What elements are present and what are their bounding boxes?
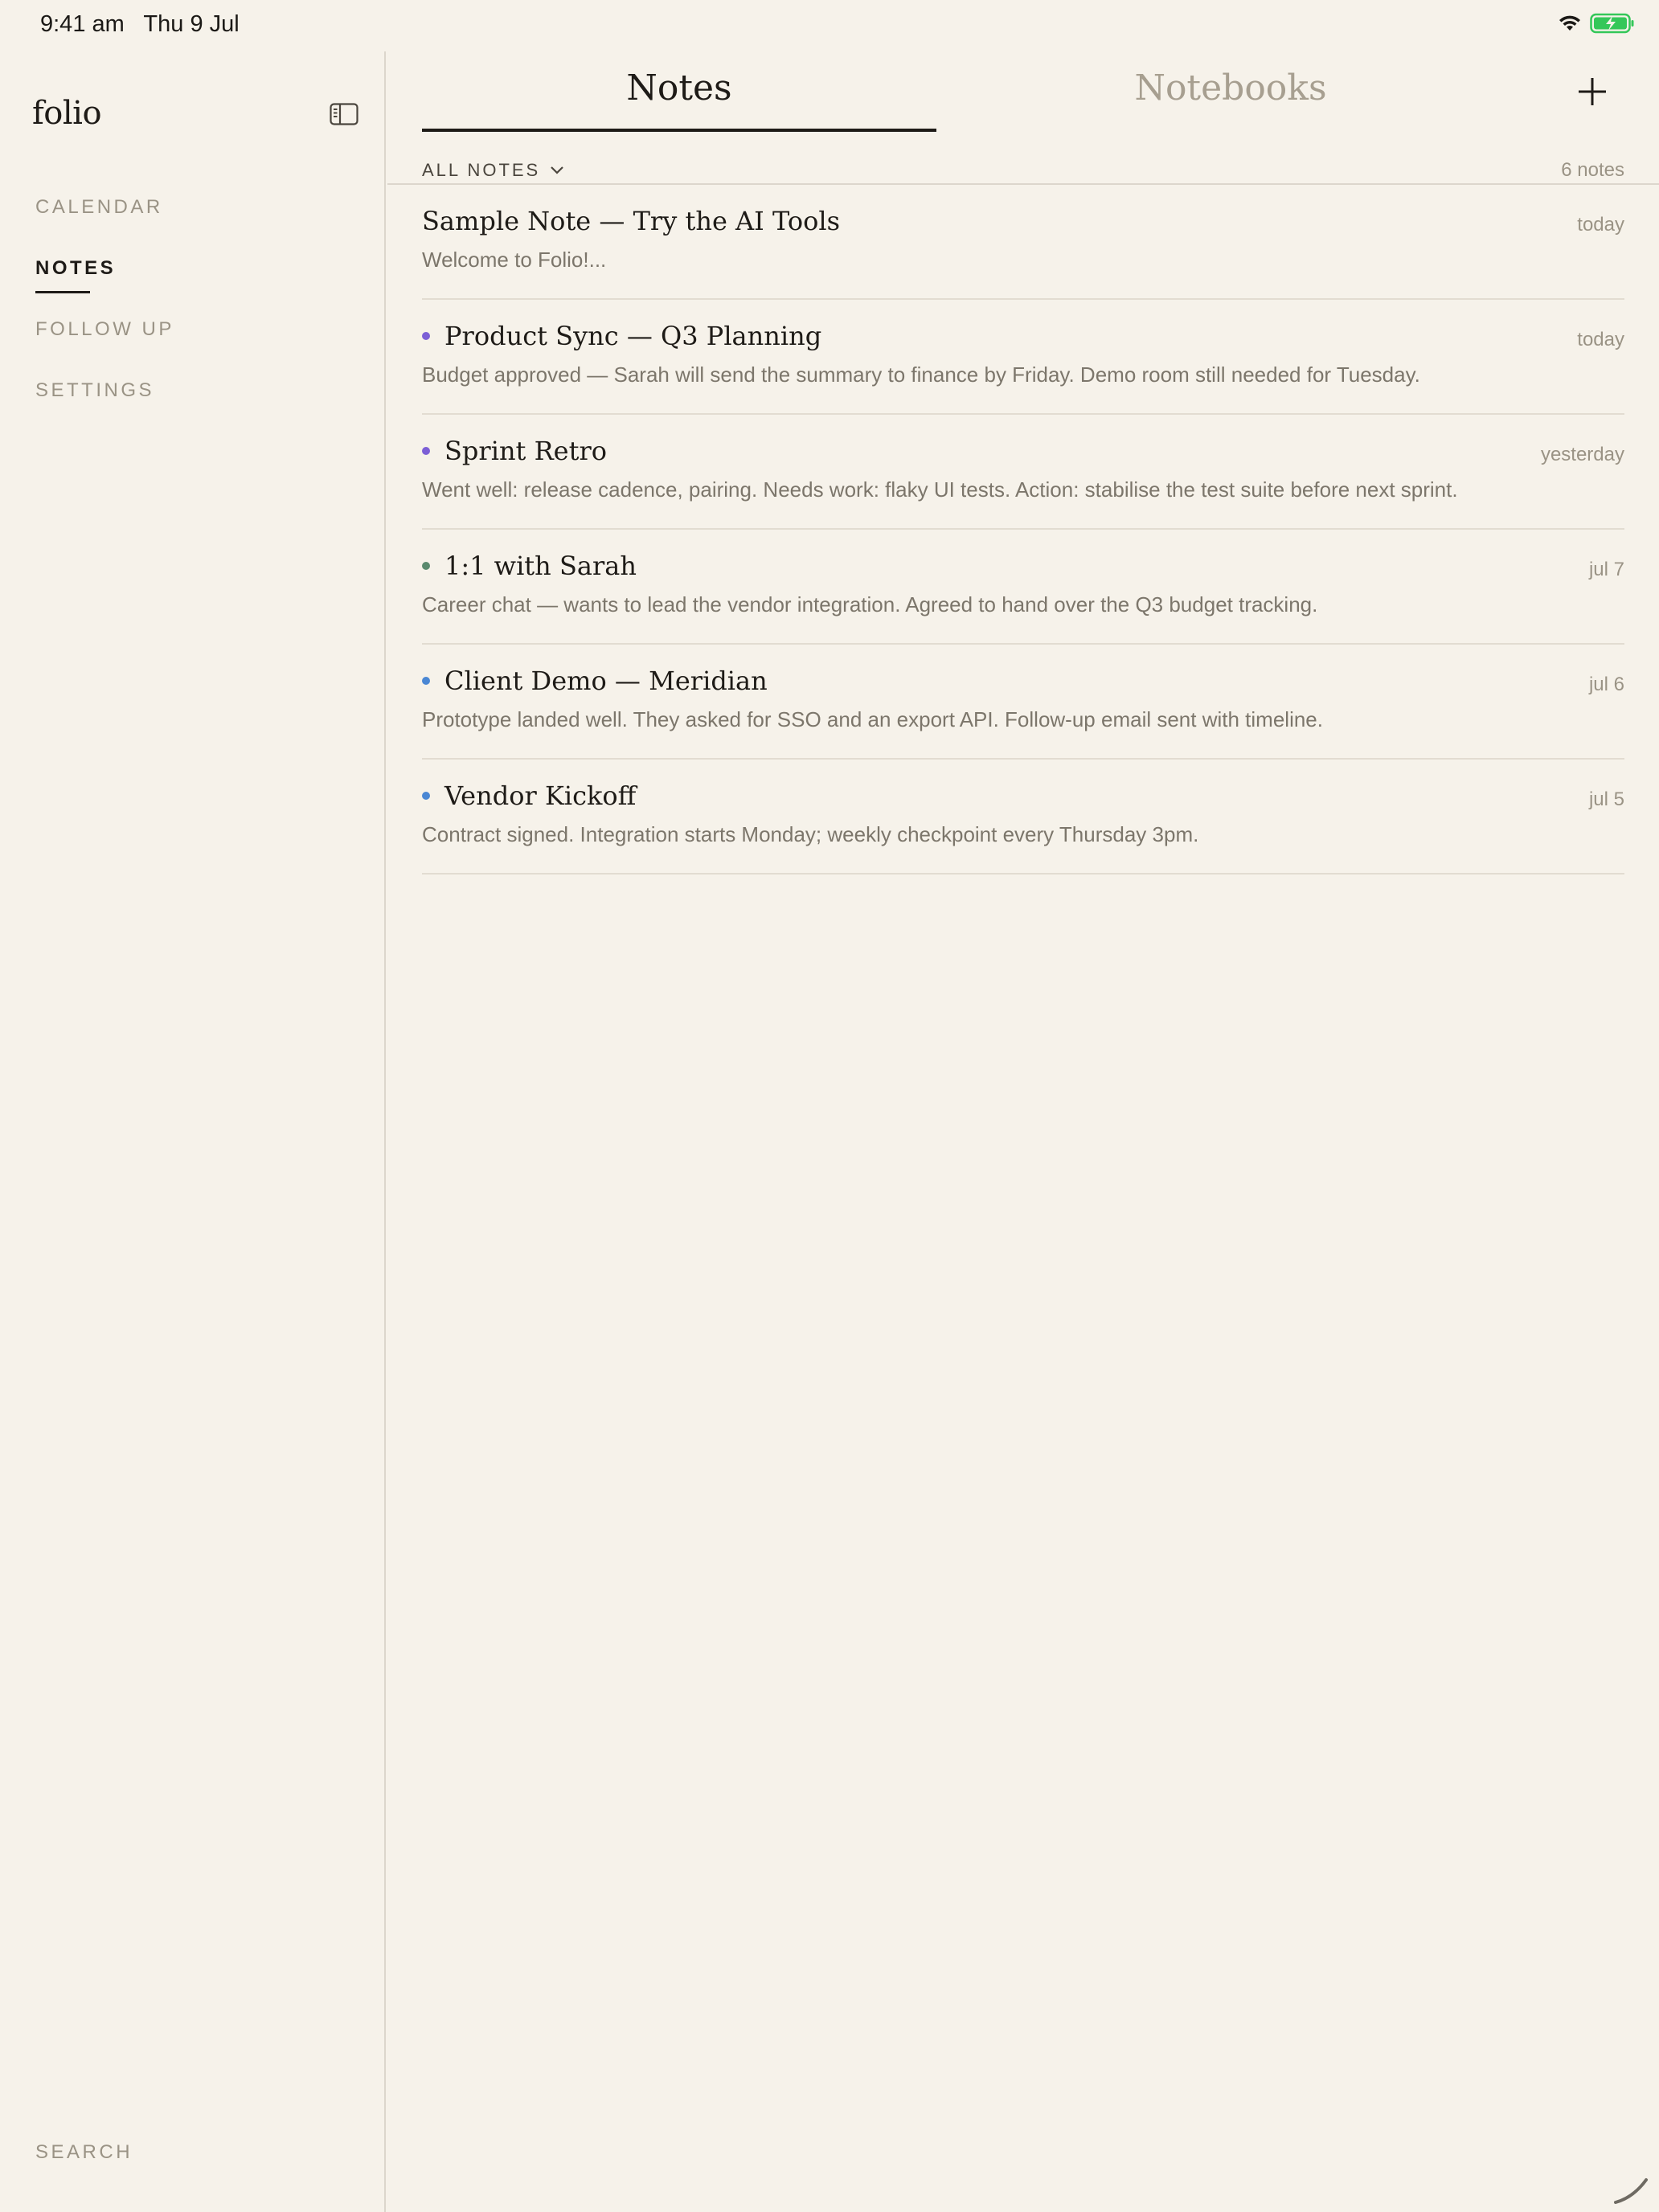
tab-bar: Notes Notebooks bbox=[422, 68, 1624, 132]
note-preview: Went well: release cadence, pairing. Nee… bbox=[422, 477, 1458, 502]
sidebar-item-search[interactable]: SEARCH bbox=[35, 2141, 133, 2164]
note-title: 1:1 with Sarah bbox=[444, 551, 637, 581]
notes-list: Sample Note — Try the AI Tools today Wel… bbox=[422, 185, 1624, 875]
wifi-icon bbox=[1558, 14, 1582, 35]
note-date: today bbox=[1577, 329, 1624, 350]
sidebar-nav: CALENDAR NOTES FOLLOW UP SETTINGS bbox=[35, 196, 174, 440]
battery-charging-icon bbox=[1590, 13, 1635, 37]
filter-row: ALL NOTES 6 notes bbox=[422, 156, 1624, 185]
note-date: jul 6 bbox=[1588, 674, 1624, 695]
note-row[interactable]: 1:1 with Sarah jul 7 Career chat — wants… bbox=[422, 530, 1624, 645]
note-preview: Prototype landed well. They asked for SS… bbox=[422, 707, 1323, 731]
sidebar-toggle-icon[interactable] bbox=[330, 103, 358, 125]
add-note-button[interactable] bbox=[1568, 68, 1616, 116]
note-title: Client Demo — Meridian bbox=[444, 666, 768, 696]
note-title: Product Sync — Q3 Planning bbox=[444, 321, 822, 351]
sidebar-item-calendar[interactable]: CALENDAR bbox=[35, 196, 174, 257]
notebook-color-dot bbox=[422, 447, 430, 455]
pencil-icon[interactable] bbox=[1611, 2165, 1651, 2206]
note-row[interactable]: Sample Note — Try the AI Tools today Wel… bbox=[422, 185, 1624, 300]
status-icons bbox=[1558, 13, 1635, 37]
filter-label: ALL NOTES bbox=[422, 160, 541, 180]
note-preview: Contract signed. Integration starts Mond… bbox=[422, 822, 1199, 846]
tab-notes[interactable]: Notes bbox=[422, 68, 936, 132]
note-date: jul 5 bbox=[1588, 789, 1624, 810]
notes-filter-dropdown[interactable]: ALL NOTES bbox=[422, 160, 564, 181]
note-preview: Career chat — wants to lead the vendor i… bbox=[422, 592, 1318, 616]
note-row[interactable]: Client Demo — Meridian jul 6 Prototype l… bbox=[422, 645, 1624, 760]
note-title: Sprint Retro bbox=[444, 436, 608, 466]
status-time: 9:41 am Thu 9 Jul bbox=[40, 11, 240, 37]
sidebar-item-follow-up[interactable]: FOLLOW UP bbox=[35, 318, 174, 379]
notes-count: 6 notes bbox=[1561, 159, 1624, 181]
note-title: Vendor Kickoff bbox=[444, 780, 637, 811]
notebook-color-dot bbox=[422, 332, 430, 340]
chevron-down-icon bbox=[551, 166, 564, 174]
plus-icon bbox=[1579, 78, 1606, 105]
note-date: jul 7 bbox=[1588, 559, 1624, 580]
note-date: today bbox=[1577, 214, 1624, 236]
tab-notebooks[interactable]: Notebooks bbox=[973, 68, 1488, 132]
note-row[interactable]: Vendor Kickoff jul 5 Contract signed. In… bbox=[422, 760, 1624, 875]
note-preview: Budget approved — Sarah will send the su… bbox=[422, 363, 1420, 387]
sidebar-item-settings[interactable]: SETTINGS bbox=[35, 379, 174, 440]
app-logo: folio bbox=[32, 95, 102, 132]
notebook-color-dot bbox=[422, 677, 430, 685]
note-row[interactable]: Product Sync — Q3 Planning today Budget … bbox=[422, 300, 1624, 415]
notebook-color-dot bbox=[422, 562, 430, 570]
sidebar-item-notes[interactable]: NOTES bbox=[35, 257, 174, 318]
note-date: yesterday bbox=[1540, 444, 1624, 465]
notes-panel: Notes Notebooks ALL NOTES 6 notes Sample… bbox=[387, 51, 1659, 2212]
sidebar: folio CALENDAR NOTES FOLLOW UP SETTINGS … bbox=[0, 51, 386, 2212]
note-row[interactable]: Sprint Retro yesterday Went well: releas… bbox=[422, 415, 1624, 530]
note-title: Sample Note — Try the AI Tools bbox=[422, 206, 841, 236]
notebook-color-dot bbox=[422, 792, 430, 800]
note-preview: Welcome to Folio!... bbox=[422, 248, 607, 272]
status-bar: 9:41 am Thu 9 Jul bbox=[0, 0, 1659, 51]
